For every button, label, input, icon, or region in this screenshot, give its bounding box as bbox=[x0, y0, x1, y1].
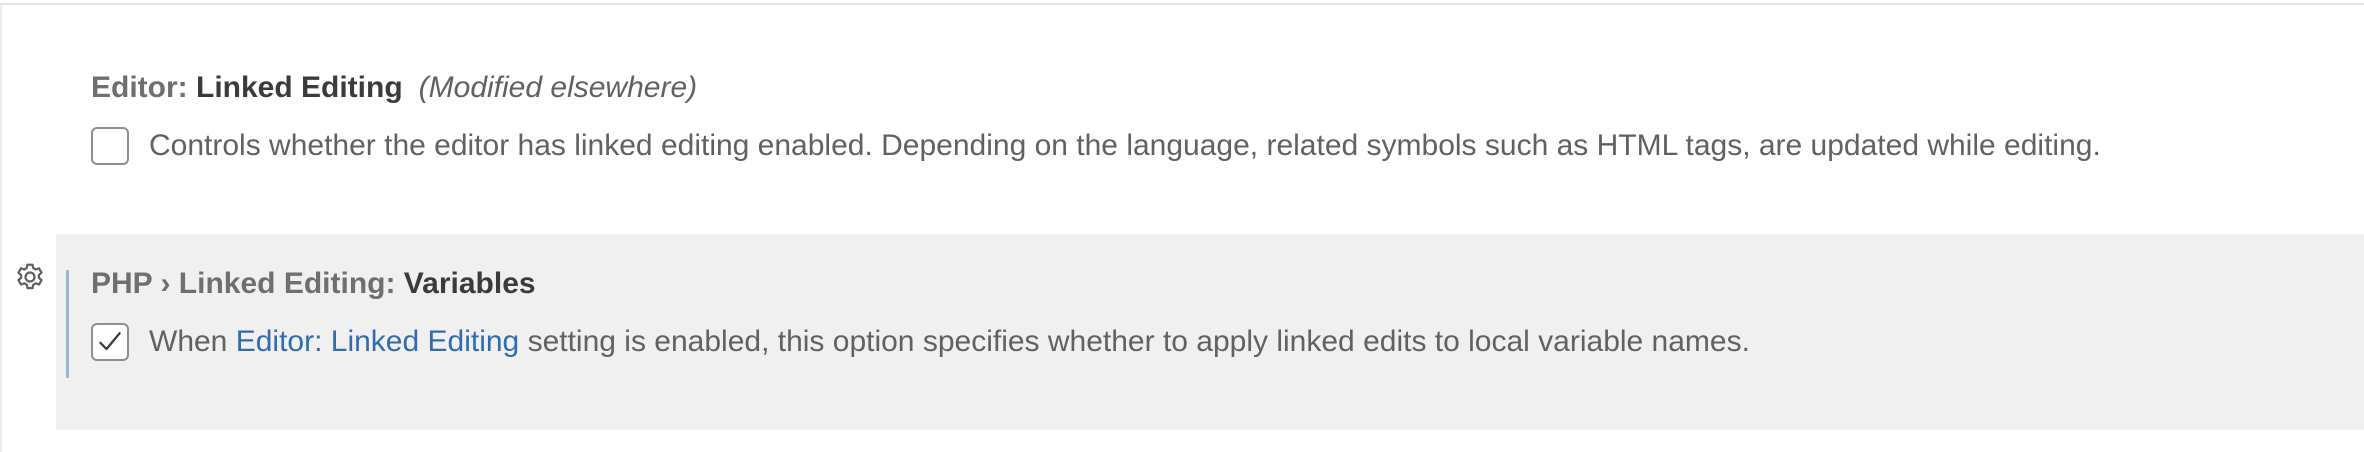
focus-indicator bbox=[66, 270, 69, 378]
setting-description: Controls whether the editor has linked e… bbox=[149, 129, 2101, 162]
modified-elsewhere-link[interactable]: (Modified elsewhere) bbox=[419, 71, 697, 104]
linked-editing-variables-checkbox[interactable] bbox=[91, 323, 129, 361]
setting-key: Linked Editing bbox=[196, 71, 403, 104]
check-icon bbox=[99, 332, 121, 351]
setting-php-linked-editing-variables: PHP › Linked Editing: Variables When Edi… bbox=[56, 234, 2364, 430]
setting-category: Editor: bbox=[91, 71, 196, 104]
editor-linked-editing-link[interactable]: Editor: Linked Editing bbox=[236, 325, 520, 358]
setting-description-row: Controls whether the editor has linked e… bbox=[91, 126, 2101, 166]
gear-icon[interactable] bbox=[12, 259, 48, 295]
setting-description: When Editor: Linked Editing setting is e… bbox=[149, 322, 1750, 362]
setting-description-row: When Editor: Linked Editing setting is e… bbox=[91, 322, 1750, 362]
setting-title: PHP › Linked Editing: Variables bbox=[91, 264, 536, 304]
setting-title: Editor: Linked Editing (Modified elsewher… bbox=[91, 68, 697, 108]
setting-category: PHP › Linked Editing: bbox=[91, 267, 404, 300]
top-divider bbox=[0, 0, 2364, 5]
setting-editor-linked-editing: Editor: Linked Editing (Modified elsewher… bbox=[0, 52, 2364, 232]
description-suffix: setting is enabled, this option specifie… bbox=[519, 325, 1750, 358]
linked-editing-checkbox[interactable] bbox=[91, 127, 129, 165]
description-prefix: When bbox=[149, 325, 236, 358]
setting-key: Variables bbox=[403, 267, 536, 300]
